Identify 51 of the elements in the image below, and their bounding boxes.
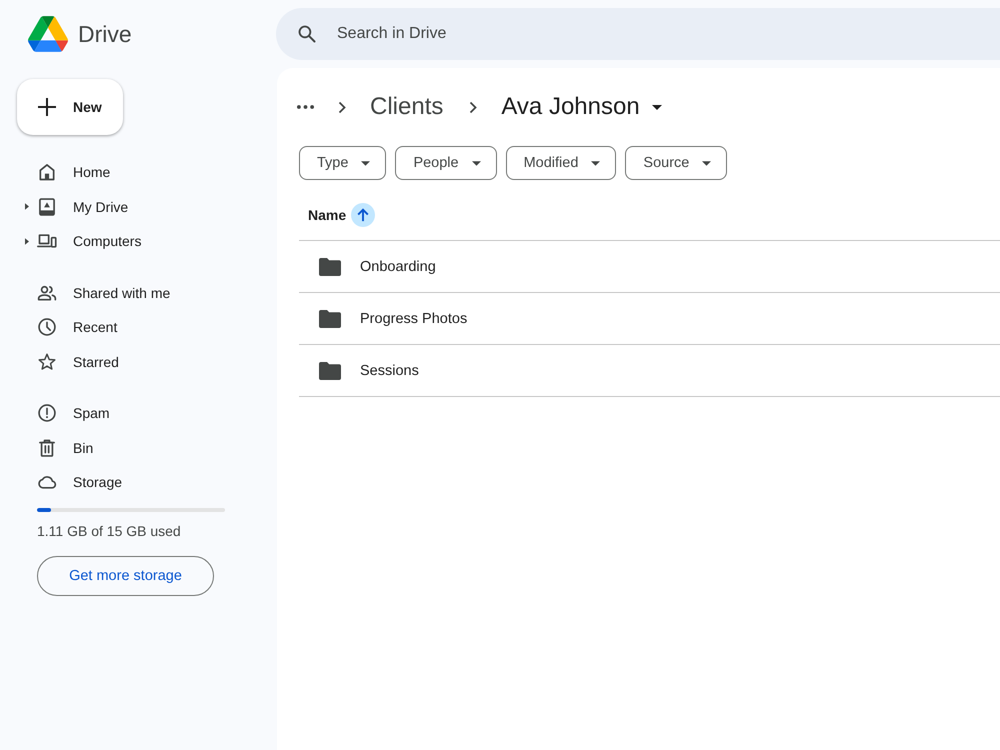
chevron-right-icon — [338, 100, 346, 114]
caret-icon — [591, 160, 600, 166]
expand-arrow-icon[interactable] — [25, 238, 29, 245]
search-bar[interactable]: Search in Drive — [276, 8, 1000, 60]
nav-item[interactable]: Spam — [16, 396, 260, 430]
plus-icon — [37, 97, 57, 117]
caret-icon — [652, 104, 662, 110]
app-name: Drive — [78, 22, 132, 46]
trash-icon — [37, 438, 57, 458]
breadcrumb-link[interactable]: Clients — [370, 93, 444, 121]
current-folder-button[interactable]: Ava Johnson — [501, 93, 662, 121]
home-icon — [37, 162, 57, 182]
storage-usage: 1.11 GB of 15 GB used — [37, 522, 181, 540]
chevron-right-icon — [469, 100, 478, 114]
nav-item[interactable]: Storage — [16, 465, 260, 500]
search-input[interactable]: Search in Drive — [337, 22, 1000, 46]
clock-icon — [37, 317, 57, 338]
search-icon[interactable] — [297, 24, 317, 44]
folder-name: Sessions — [360, 362, 419, 378]
folder-name: Onboarding — [360, 258, 436, 274]
filter-chip[interactable]: People — [395, 146, 497, 180]
folder-icon — [319, 258, 341, 276]
folder-row[interactable]: Progress Photos — [299, 293, 1000, 345]
nav-item[interactable]: Shared with me — [16, 276, 260, 310]
filter-chip[interactable]: Modified — [506, 146, 616, 180]
folder-icon — [319, 310, 341, 328]
get-storage-button[interactable]: Get more storage — [37, 556, 214, 596]
folder-name: Progress Photos — [360, 310, 468, 326]
folder-icon — [319, 362, 341, 380]
nav-item[interactable]: Starred — [16, 344, 260, 379]
logo-icon — [28, 16, 68, 52]
alert-icon — [37, 403, 57, 424]
new-button[interactable]: New — [17, 79, 123, 135]
folder-row[interactable]: Sessions — [299, 345, 1000, 397]
filter-chip[interactable]: Source — [625, 146, 728, 180]
star-icon — [37, 352, 57, 372]
ellipsis-icon[interactable] — [297, 105, 314, 109]
caret-icon — [361, 160, 370, 166]
drive-icon — [37, 196, 57, 217]
caret-icon — [702, 160, 712, 166]
nav-item[interactable]: My Drive — [16, 190, 260, 224]
nav-item[interactable]: Computers — [16, 224, 260, 258]
sort-button[interactable] — [351, 203, 376, 227]
nav-item[interactable]: Bin — [16, 430, 260, 465]
filter-chip[interactable]: Type — [299, 146, 386, 180]
nav-item[interactable]: Home — [16, 155, 260, 190]
caret-icon — [472, 160, 481, 166]
nav-item[interactable]: Recent — [16, 310, 260, 344]
folder-row[interactable]: Onboarding — [299, 241, 1000, 293]
expand-arrow-icon[interactable] — [25, 203, 29, 210]
column-header[interactable]: Name — [308, 207, 346, 223]
